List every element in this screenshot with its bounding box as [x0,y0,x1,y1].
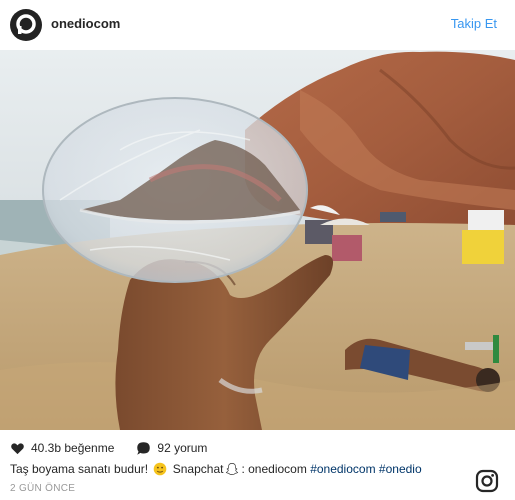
hashtag-onediocom[interactable]: #onediocom [310,462,375,476]
likes-count: 40.3b beğenme [31,441,115,455]
post-caption: Taş boyama sanatı budur! Snapchat : oned… [10,462,422,476]
hashtag-onedio[interactable]: #onedio [379,462,422,476]
engagement-bar: 40.3b beğenme 92 yorum [10,440,229,456]
post-header: onediocom Takip Et [0,0,515,50]
avatar[interactable] [10,9,42,41]
follow-button[interactable]: Takip Et [451,16,497,31]
post-photo[interactable] [0,50,515,430]
emoji-face-icon [154,462,167,476]
caption-text: Taş boyama sanatı budur! [10,462,152,476]
comments-count: 92 yorum [157,441,208,455]
instagram-icon[interactable] [475,469,499,493]
heart-icon[interactable] [10,441,25,456]
beach-photo-illustration [0,50,515,430]
post-timestamp: 2 GÜN ÖNCE [10,483,76,494]
comment-bubble-icon[interactable] [136,441,151,456]
caption-handle: : onediocom [241,462,311,476]
username[interactable]: onediocom [51,16,120,31]
snapchat-ghost-icon [226,463,239,475]
snapchat-label: Snapchat [169,462,224,476]
onedio-logo-icon [16,14,36,34]
